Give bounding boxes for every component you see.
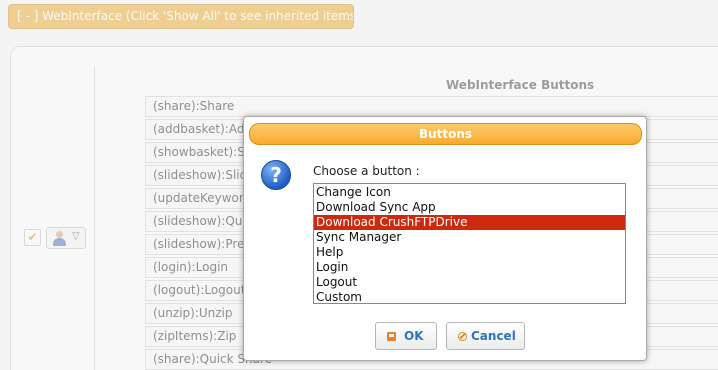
chevron-down-icon: ▽	[72, 231, 80, 242]
webinterface-buttons-heading: WebInterface Buttons	[446, 78, 595, 92]
list-option[interactable]: Download CrushFTPDrive	[314, 215, 625, 230]
list-option[interactable]: Sync Manager	[314, 230, 625, 245]
list-option[interactable]: Help	[314, 245, 625, 260]
list-option[interactable]: Change Icon	[314, 185, 625, 200]
help-icon: ?	[261, 160, 291, 190]
list-option[interactable]: Logout	[314, 275, 625, 290]
webinterface-section-toggle[interactable]: [ - ] WebInterface (Click 'Show All' to …	[8, 4, 354, 29]
cancel-button[interactable]: Cancel	[446, 322, 525, 350]
user-icon	[53, 231, 66, 246]
list-option[interactable]: Custom	[314, 290, 625, 305]
buttons-dialog: Buttons ? Choose a button : Change Icon D…	[243, 116, 647, 361]
button-listbox[interactable]: Change Icon Download Sync App Download Cru…	[313, 183, 626, 304]
list-option[interactable]: Login	[314, 260, 625, 275]
ok-button[interactable]: OK	[375, 322, 437, 350]
cancel-icon	[458, 332, 467, 341]
dialog-title: Buttons	[249, 123, 642, 145]
choose-button-prompt: Choose a button :	[313, 164, 420, 178]
list-option[interactable]: Download Sync App	[314, 200, 625, 215]
button-row[interactable]: (share):Share	[145, 96, 718, 117]
user-menu-button[interactable]: ▽	[46, 227, 86, 249]
save-icon	[387, 332, 396, 341]
ok-button-label: OK	[404, 329, 424, 343]
enabled-checkbox[interactable]: ✔	[24, 229, 41, 246]
cancel-button-label: Cancel	[471, 329, 516, 343]
